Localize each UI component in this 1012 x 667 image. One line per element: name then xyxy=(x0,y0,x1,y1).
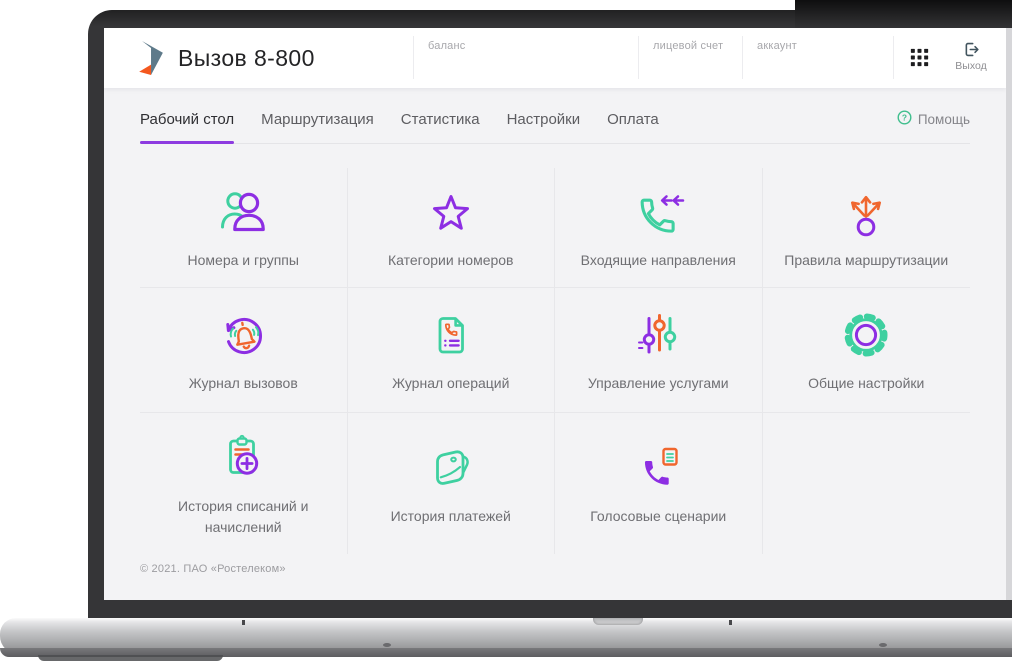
tab-payment[interactable]: Оплата xyxy=(607,111,659,143)
dashboard-grid: Номера и группы Категории номеров Входящ… xyxy=(140,168,970,554)
voice-scenario-icon xyxy=(630,440,686,496)
tile-incoming-directions[interactable]: Входящие направления xyxy=(555,168,763,288)
tile-label: Правила маршрутизации xyxy=(784,252,949,268)
help-icon: ? xyxy=(897,110,912,128)
tile-number-categories[interactable]: Категории номеров xyxy=(347,168,555,288)
account-field-personal-account: лицевой счет xyxy=(653,40,723,52)
tile-label: Управление услугами xyxy=(587,374,729,391)
tile-routing-rules[interactable]: Правила маршрутизации xyxy=(762,168,970,288)
apps-grid-button[interactable] xyxy=(910,48,929,67)
tile-label: История списаний и начислений xyxy=(178,497,309,535)
tile-label: Голосовые сценарии xyxy=(590,508,727,524)
screen-right-edge xyxy=(1006,28,1012,600)
tile-label: Общие настройки xyxy=(808,374,925,391)
logout-icon xyxy=(949,40,993,59)
call-journal-icon xyxy=(215,307,271,363)
tile-service-management[interactable]: Управление услугами xyxy=(555,288,763,413)
laptop-base-dot xyxy=(879,643,887,647)
header-divider xyxy=(893,36,894,79)
app-logo-icon xyxy=(138,40,165,76)
operations-journal-icon xyxy=(423,307,479,363)
tile-general-settings[interactable]: Общие настройки xyxy=(762,288,970,413)
header-divider xyxy=(413,36,414,79)
logout-label: Выход xyxy=(955,60,987,72)
tile-charges-history[interactable]: История списаний и начислений xyxy=(140,413,348,554)
empty-grid-cell xyxy=(763,413,971,554)
gear-icon xyxy=(838,307,894,363)
routing-rules-icon xyxy=(838,184,894,240)
laptop-hinge-mark xyxy=(729,620,732,625)
app-header: Вызов 8-800 баланс лицевой счет аккаунт xyxy=(104,28,1006,88)
tab-desktop[interactable]: Рабочий стол xyxy=(140,111,235,144)
tile-label: Категории номеров xyxy=(387,252,514,268)
laptop-hinge-mark xyxy=(242,620,245,625)
tile-call-journal[interactable]: Журнал вызовов xyxy=(140,288,348,413)
wallet-icon xyxy=(423,440,479,496)
help-label: Помощь xyxy=(917,111,970,127)
header-divider xyxy=(638,36,639,79)
star-icon xyxy=(423,184,479,240)
page: Вызов 8-800 баланс лицевой счет аккаунт xyxy=(0,0,1012,667)
copyright: © 2021. ПАО «Ростелеком» xyxy=(140,563,286,575)
tile-label: Входящие направления xyxy=(580,252,736,268)
tile-numbers-groups[interactable]: Номера и группы xyxy=(140,168,348,288)
main-nav: Рабочий стол Маршрутизация Статистика Настр… xyxy=(140,88,970,144)
apps-grid-icon xyxy=(910,48,929,67)
app-title: Вызов 8-800 xyxy=(178,44,315,71)
account-field-label: аккаунт xyxy=(757,40,797,52)
tile-label: Номера и группы xyxy=(187,252,299,268)
service-sliders-icon xyxy=(630,307,686,363)
laptop-lid-edge xyxy=(795,0,1012,28)
header-divider xyxy=(742,36,743,79)
incoming-call-icon xyxy=(630,184,686,240)
help-link[interactable]: ? Помощь xyxy=(897,110,970,128)
tab-settings[interactable]: Настройки xyxy=(507,111,581,143)
tile-payments-history[interactable]: История платежей xyxy=(348,413,555,554)
tile-label: Журнал операций xyxy=(392,374,510,391)
laptop-screen: Вызов 8-800 баланс лицевой счет аккаунт xyxy=(104,28,1006,600)
tile-label: История платежей xyxy=(390,508,511,524)
account-field-balance: баланс xyxy=(428,40,465,52)
logout-button[interactable]: Выход xyxy=(949,40,993,72)
laptop-base-dot xyxy=(383,643,391,647)
tile-voice-scenarios[interactable]: Голосовые сценарии xyxy=(555,413,763,554)
tab-routing[interactable]: Маршрутизация xyxy=(261,111,374,143)
laptop-foot xyxy=(38,655,223,661)
account-field-label: баланс xyxy=(428,40,466,52)
account-field-label: лицевой счет xyxy=(653,40,724,52)
account-field-account: аккаунт xyxy=(757,40,797,52)
svg-text:?: ? xyxy=(902,113,907,123)
clipboard-plus-icon xyxy=(215,430,271,486)
tab-statistics[interactable]: Статистика xyxy=(401,111,480,143)
tile-label: Журнал вызовов xyxy=(188,374,298,391)
users-icon xyxy=(215,184,271,240)
tile-operations-journal[interactable]: Журнал операций xyxy=(347,288,555,413)
laptop-latch-notch xyxy=(593,618,643,625)
